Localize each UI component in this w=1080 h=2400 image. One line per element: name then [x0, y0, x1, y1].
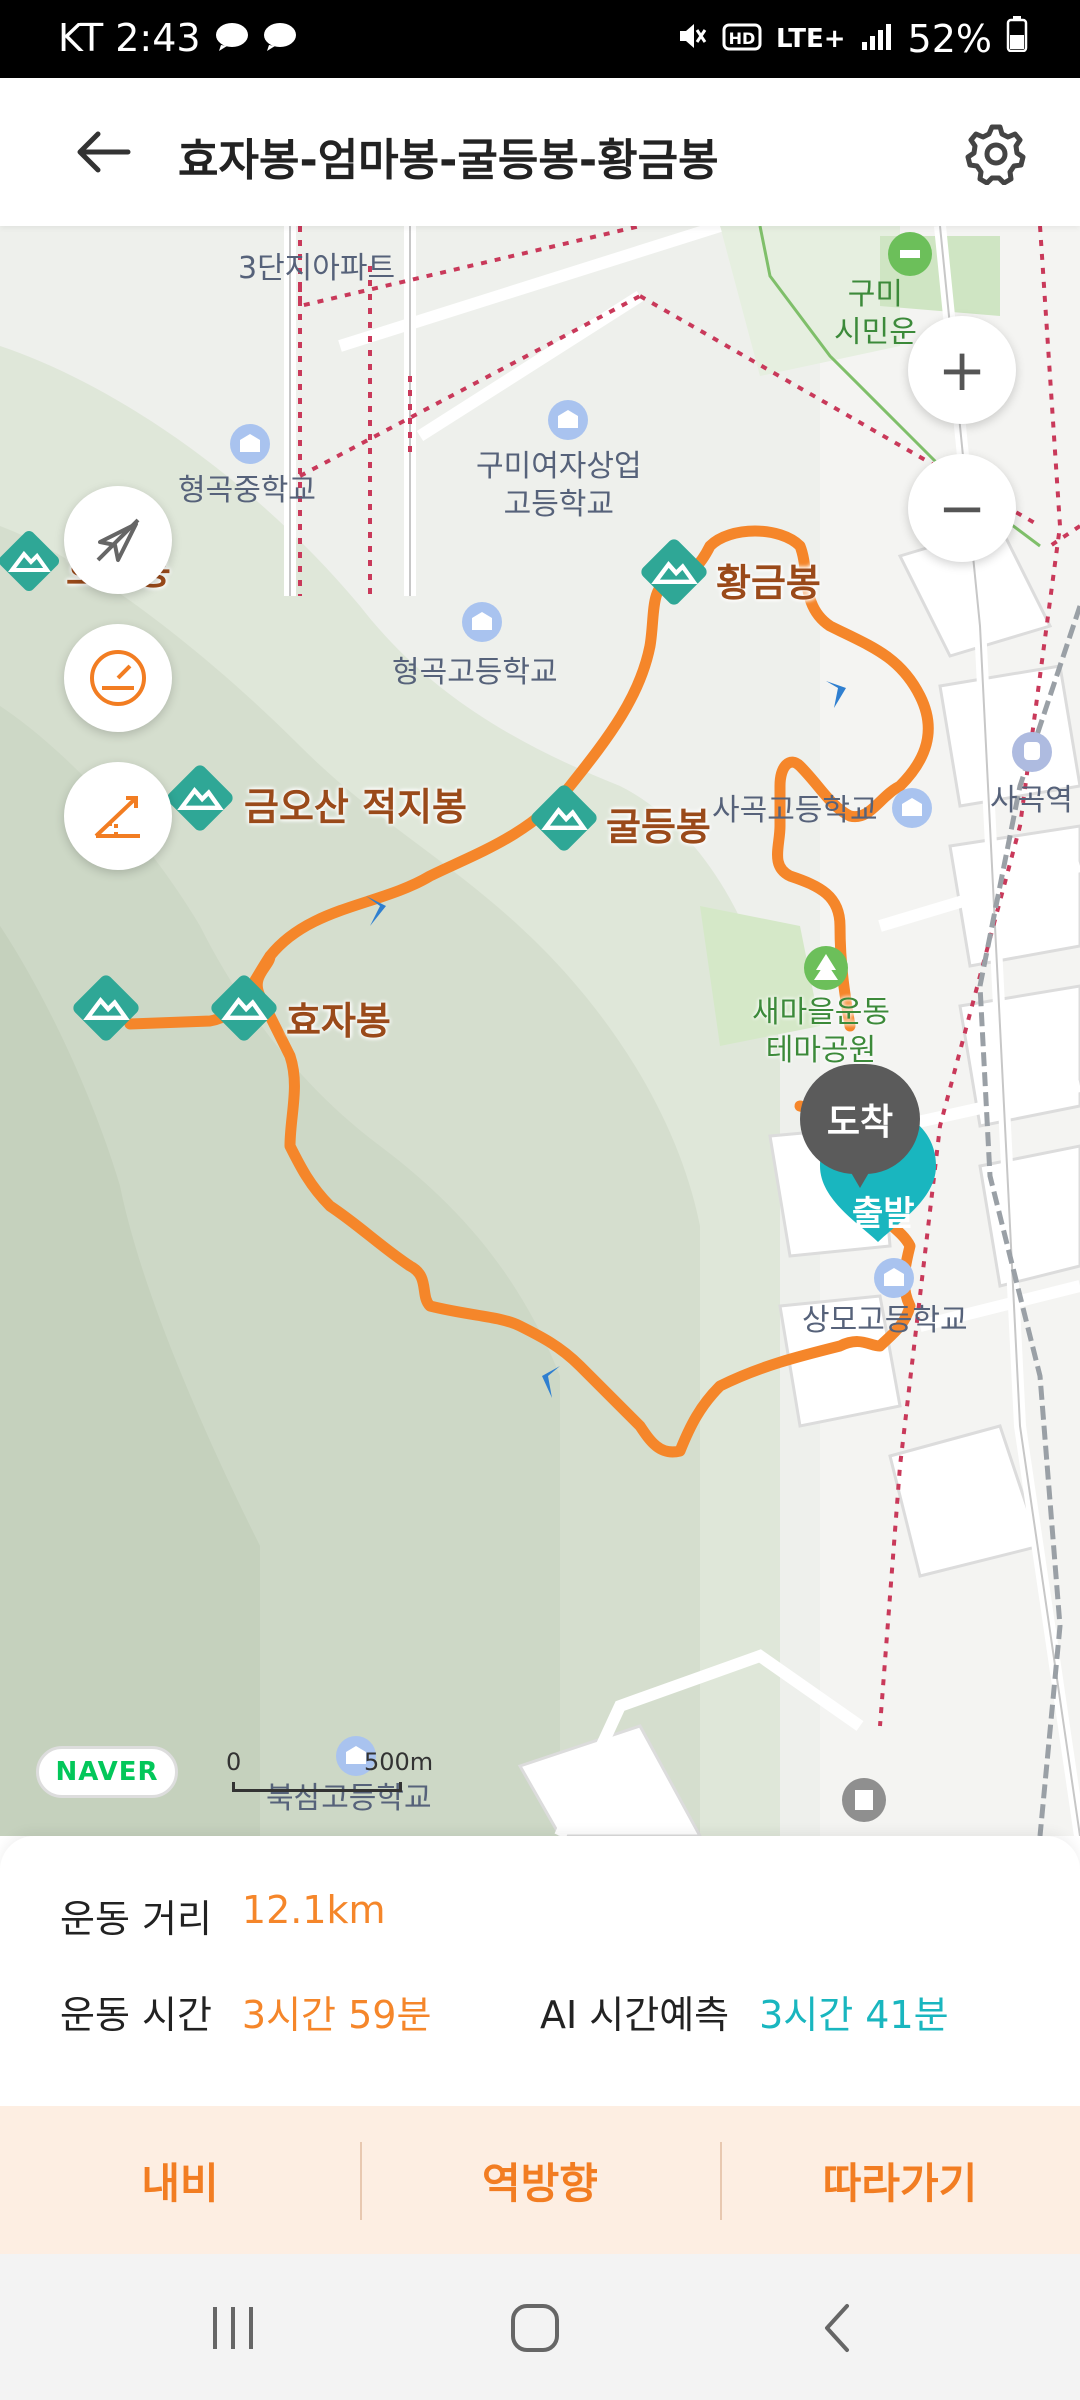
- messenger-icon: [263, 16, 297, 60]
- scale-start: 0: [226, 1748, 242, 1776]
- park-pin-icon: [888, 232, 932, 276]
- mountain-peak-icon: [167, 765, 233, 831]
- map-view[interactable]: 3단지아파트 구미 시민운 형곡중학교 구미여자상업 고등학교 형곡고등학교 사…: [0, 226, 1080, 1836]
- network-type: LTE+: [775, 23, 846, 54]
- battery-percent: 52%: [907, 16, 992, 61]
- park-pin-icon: [804, 946, 848, 990]
- mountain-peak-icon: [0, 530, 60, 592]
- gear-icon: [965, 124, 1026, 185]
- mountain-peak-icon: [531, 785, 597, 851]
- stats-panel: 운동 거리 12.1km 운동 시간 3시간 59분 AI 시간예측 3시간 4…: [0, 1836, 1080, 2106]
- distance-label: 운동 거리: [60, 1897, 212, 1941]
- recent-apps-button[interactable]: [188, 2296, 278, 2360]
- school-pin-icon: [874, 1258, 914, 1298]
- back-button[interactable]: [60, 116, 144, 188]
- messenger-icon: [215, 16, 249, 60]
- page-title: 효자봉-엄마봉-굴등봉-황금봉: [178, 135, 719, 186]
- sagok-high-label: 사곡고등학교: [712, 793, 878, 828]
- time-value: 3시간 59분: [241, 1993, 432, 2037]
- school-pin-icon: [230, 424, 270, 464]
- hyeonggok-middle-label: 형곡중학교: [178, 473, 316, 508]
- carrier-time: KT 2:43: [58, 16, 201, 60]
- naver-logo: NAVER: [36, 1746, 178, 1798]
- reverse-direction-button[interactable]: 역방향: [360, 2106, 720, 2254]
- scale-end: 500m: [364, 1748, 434, 1776]
- signal-icon: [860, 17, 894, 61]
- ai-estimate-value: 3시간 41분: [759, 1993, 949, 2037]
- app-header: 효자봉-엄마봉-굴등봉-황금봉: [0, 78, 1080, 226]
- back-arrow-icon: [77, 131, 131, 173]
- elevation-button[interactable]: [64, 762, 172, 870]
- gumi-girls-high-label: 구미여자상업 고등학교: [476, 449, 642, 522]
- elevation-icon: [94, 796, 140, 838]
- zoom-out-button[interactable]: −: [908, 454, 1016, 562]
- back-icon: [825, 2304, 849, 2352]
- time-label: 운동 시간: [60, 1993, 212, 2037]
- compass-toggle-button[interactable]: [64, 486, 172, 594]
- arrival-marker-label: 도착: [800, 1064, 920, 1174]
- status-left: KT 2:43: [58, 16, 297, 60]
- station-pin-icon: [1012, 732, 1052, 772]
- peak-label-hwanggeum: 황금봉: [716, 561, 821, 605]
- screen: KT 2:43 HD LTE+ 52% 효자봉-엄마봉-굴등봉-황금봉 3단지아…: [0, 0, 1080, 2400]
- recent-apps-icon: [213, 2307, 253, 2349]
- distance-row: 운동 거리 12.1km: [60, 1888, 386, 1943]
- hyeonggok-high-label: 형곡고등학교: [392, 655, 558, 690]
- sangmo-high-label: 상모고등학교: [802, 1303, 968, 1338]
- school-pin-icon: [892, 788, 932, 828]
- mute-icon: [676, 17, 708, 61]
- citizen-park-label: 구미 시민운: [834, 277, 917, 350]
- home-icon: [511, 2304, 559, 2352]
- status-right: HD LTE+ 52%: [676, 16, 1028, 61]
- scale-line: [232, 1782, 402, 1792]
- saemaeul-park-label: 새마을운동 테마공원: [752, 995, 890, 1068]
- nav-back-button[interactable]: [792, 2296, 882, 2360]
- mountain-peak-icon: [73, 975, 139, 1041]
- follow-button[interactable]: 따라가기: [720, 2106, 1080, 2254]
- hd-voice-icon: HD: [722, 17, 762, 61]
- zoom-in-button[interactable]: +: [908, 316, 1016, 424]
- navi-button[interactable]: 내비: [0, 2106, 360, 2254]
- building-pin-icon: [842, 1778, 886, 1822]
- svg-text:HD: HD: [729, 29, 756, 48]
- peak-label-hyoja: 효자봉: [286, 999, 391, 1043]
- status-bar: KT 2:43 HD LTE+ 52%: [0, 0, 1080, 78]
- arrival-marker-tail: [846, 1164, 874, 1188]
- school-pin-icon: [548, 400, 588, 440]
- peak-label-guldeung: 굴등봉: [606, 805, 711, 849]
- ai-estimate-row: AI 시간예측 3시간 41분: [540, 1984, 949, 2039]
- distance-value: 12.1km: [241, 1888, 386, 1932]
- sagok-station-label: 사곡역: [990, 783, 1073, 818]
- time-row: 운동 시간 3시간 59분: [60, 1984, 431, 2039]
- speedometer-button[interactable]: [64, 624, 172, 732]
- school-pin-icon: [462, 602, 502, 642]
- ai-estimate-label: AI 시간예측: [540, 1993, 730, 2037]
- settings-button[interactable]: [958, 116, 1034, 192]
- mountain-peak-icon: [641, 539, 707, 605]
- action-bar: 내비 역방향 따라가기: [0, 2106, 1080, 2254]
- speedometer-icon: [90, 650, 146, 706]
- battery-icon: [1006, 16, 1028, 61]
- mountain-peak-icon: [211, 975, 277, 1041]
- apartment-label: 3단지아파트: [238, 251, 396, 286]
- system-nav-bar: [0, 2254, 1080, 2400]
- compass-off-icon: [96, 518, 140, 562]
- peak-label-geumosan: 금오산 적지봉: [244, 785, 467, 829]
- arrival-marker[interactable]: 도착: [800, 1064, 920, 1204]
- home-button[interactable]: [490, 2296, 580, 2360]
